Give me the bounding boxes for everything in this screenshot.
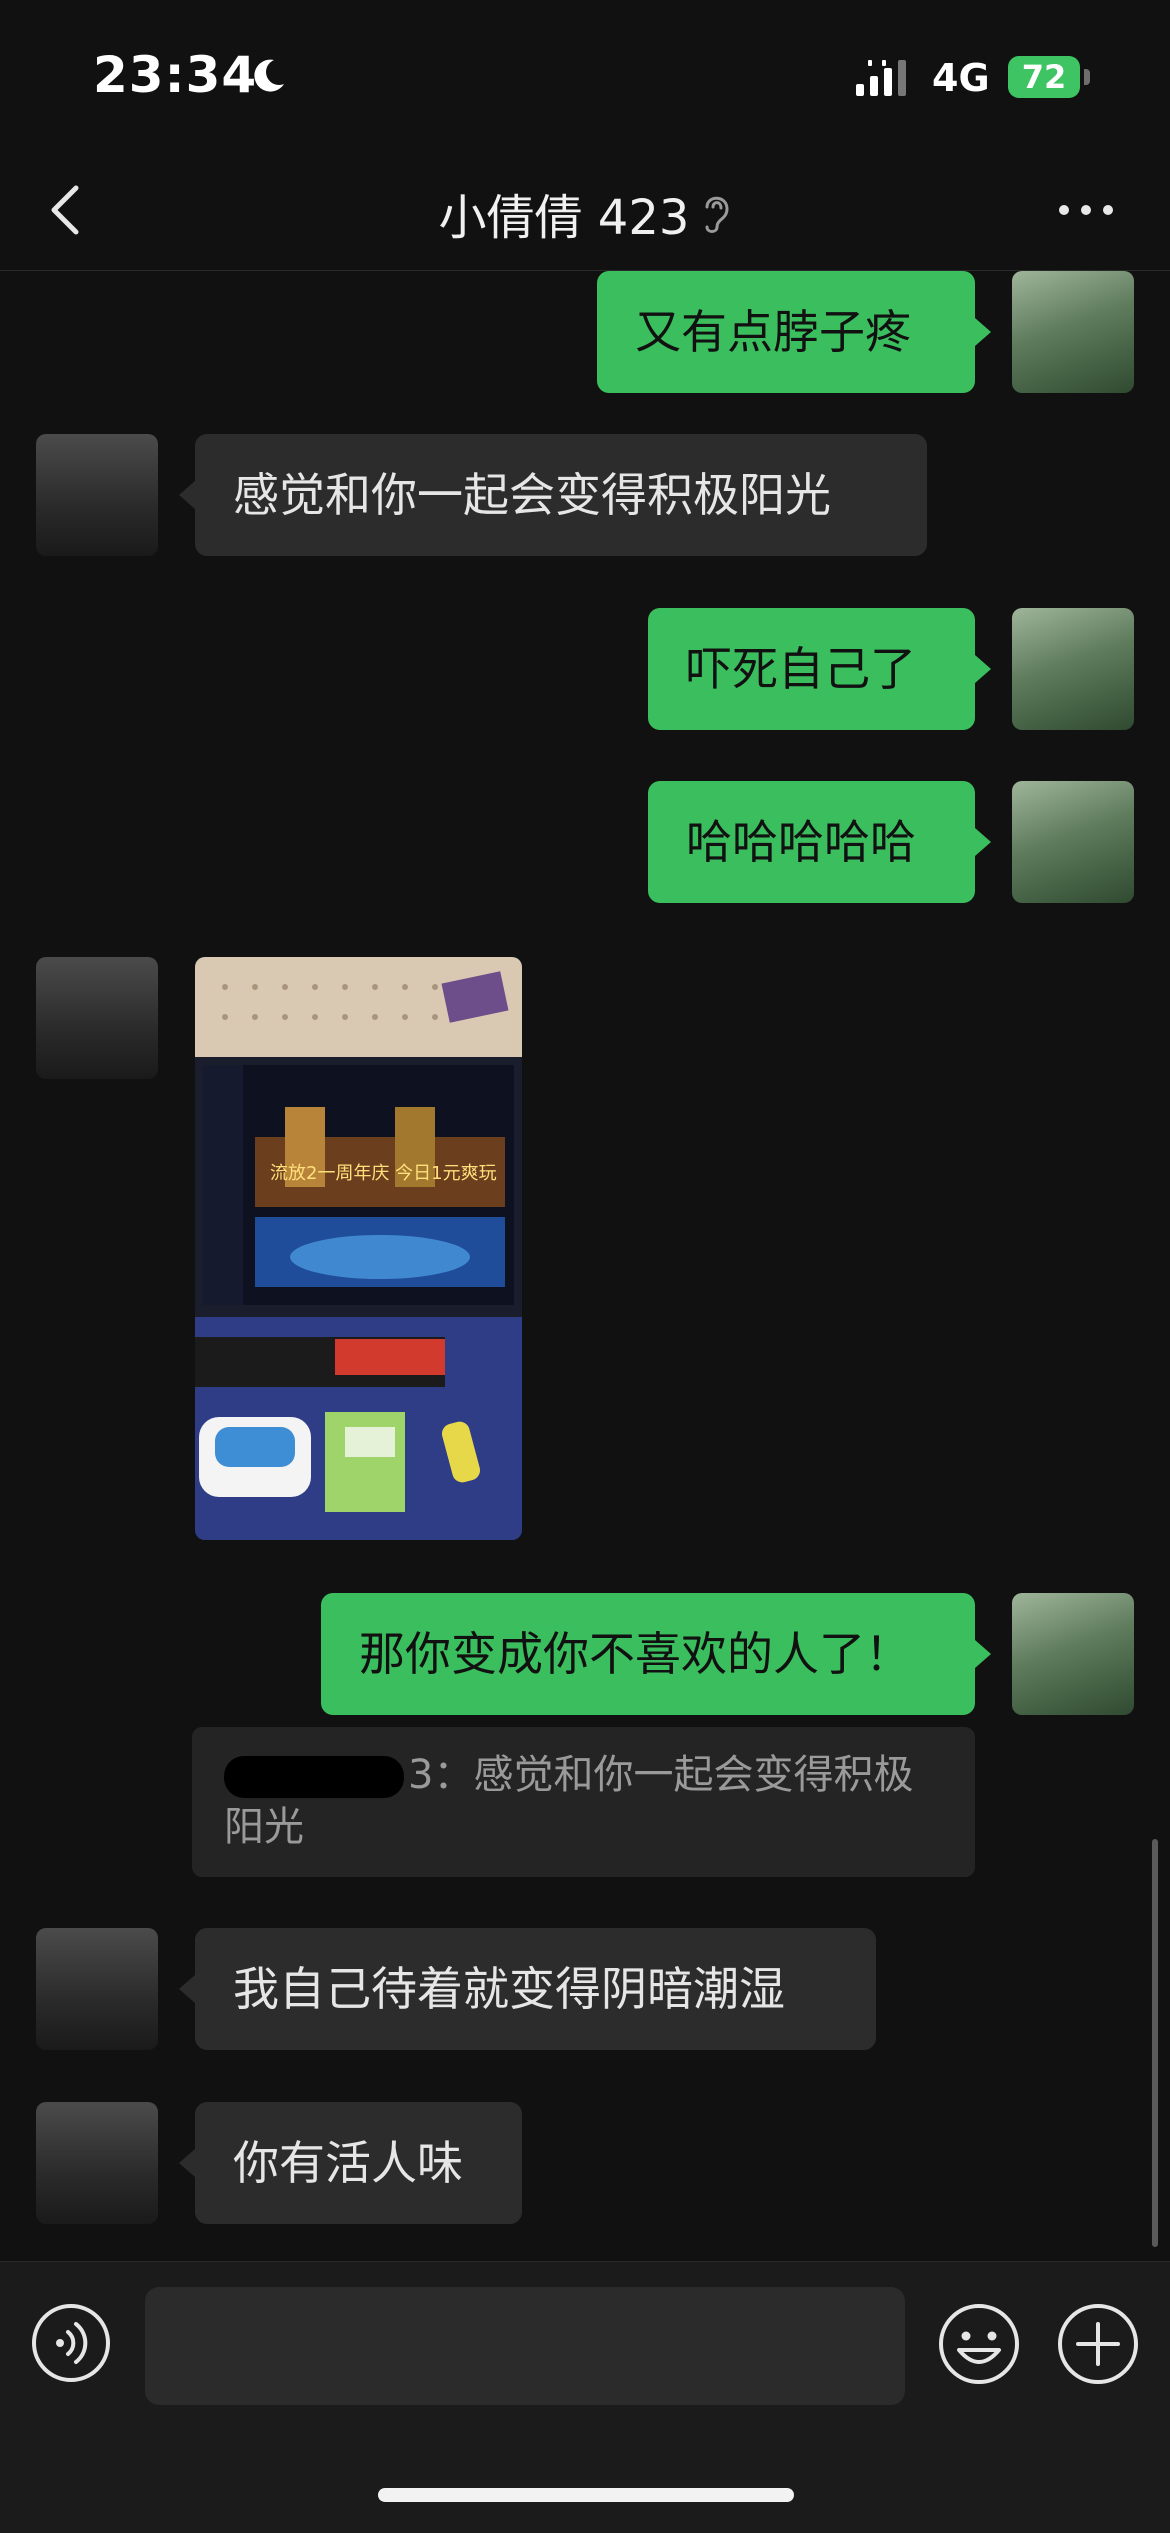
contact-avatar[interactable] <box>36 957 158 1079</box>
home-indicator[interactable] <box>378 2488 794 2502</box>
message-outgoing[interactable]: 那你变成你不喜欢的人了！ <box>321 1593 975 1715</box>
message-list[interactable]: 又有点脖子疼 感觉和你一起会变得积极阳光 吓死自己了 哈哈哈哈哈 流放2一周年庆… <box>0 271 1170 2261</box>
my-avatar[interactable] <box>1012 608 1134 730</box>
my-avatar[interactable] <box>1012 781 1134 903</box>
chat-header: 小倩倩 423 <box>0 150 1170 271</box>
battery-icon: 72 <box>1008 56 1090 98</box>
quote-prefix: 3： <box>408 1752 474 1798</box>
photo-content: 流放2一周年庆 今日1元爽玩 <box>195 957 522 1540</box>
contact-avatar[interactable] <box>36 1928 158 2050</box>
message-image[interactable]: 流放2一周年庆 今日1元爽玩 <box>195 957 522 1540</box>
message-outgoing[interactable]: 吓死自己了 <box>648 608 975 730</box>
my-avatar[interactable] <box>1012 1593 1134 1715</box>
svg-text:流放2一周年庆 今日1元爽玩: 流放2一周年庆 今日1元爽玩 <box>270 1163 497 1184</box>
quoted-message[interactable]: 3：感觉和你一起会变得积极阳光 <box>192 1727 975 1877</box>
contact-avatar[interactable] <box>36 2102 158 2224</box>
message-input[interactable] <box>145 2287 905 2405</box>
more-dots-icon[interactable] <box>1056 190 1116 230</box>
status-bar: 23:34 4G 72 <box>0 0 1170 150</box>
signal-icon <box>856 60 906 96</box>
redacted-name <box>224 1756 404 1798</box>
message-outgoing[interactable]: 哈哈哈哈哈 <box>648 781 975 903</box>
voice-icon[interactable] <box>30 2302 112 2384</box>
message-incoming[interactable]: 感觉和你一起会变得积极阳光 <box>195 434 927 556</box>
message-outgoing[interactable]: 又有点脖子疼 <box>597 271 975 393</box>
message-incoming[interactable]: 我自己待着就变得阴暗潮湿 <box>195 1928 876 2050</box>
chat-title: 小倩倩 423 <box>438 190 690 246</box>
ear-icon <box>705 196 729 233</box>
message-incoming[interactable]: 你有活人味 <box>195 2102 522 2224</box>
scrollbar[interactable] <box>1152 1839 1158 2247</box>
network-type: 4G <box>932 56 990 100</box>
plus-icon[interactable] <box>1056 2302 1140 2386</box>
emoji-icon[interactable] <box>937 2302 1021 2386</box>
battery-level: 72 <box>1021 58 1067 96</box>
moon-icon <box>254 59 284 92</box>
contact-avatar[interactable] <box>36 434 158 556</box>
my-avatar[interactable] <box>1012 271 1134 393</box>
status-time: 23:34 <box>93 46 258 104</box>
